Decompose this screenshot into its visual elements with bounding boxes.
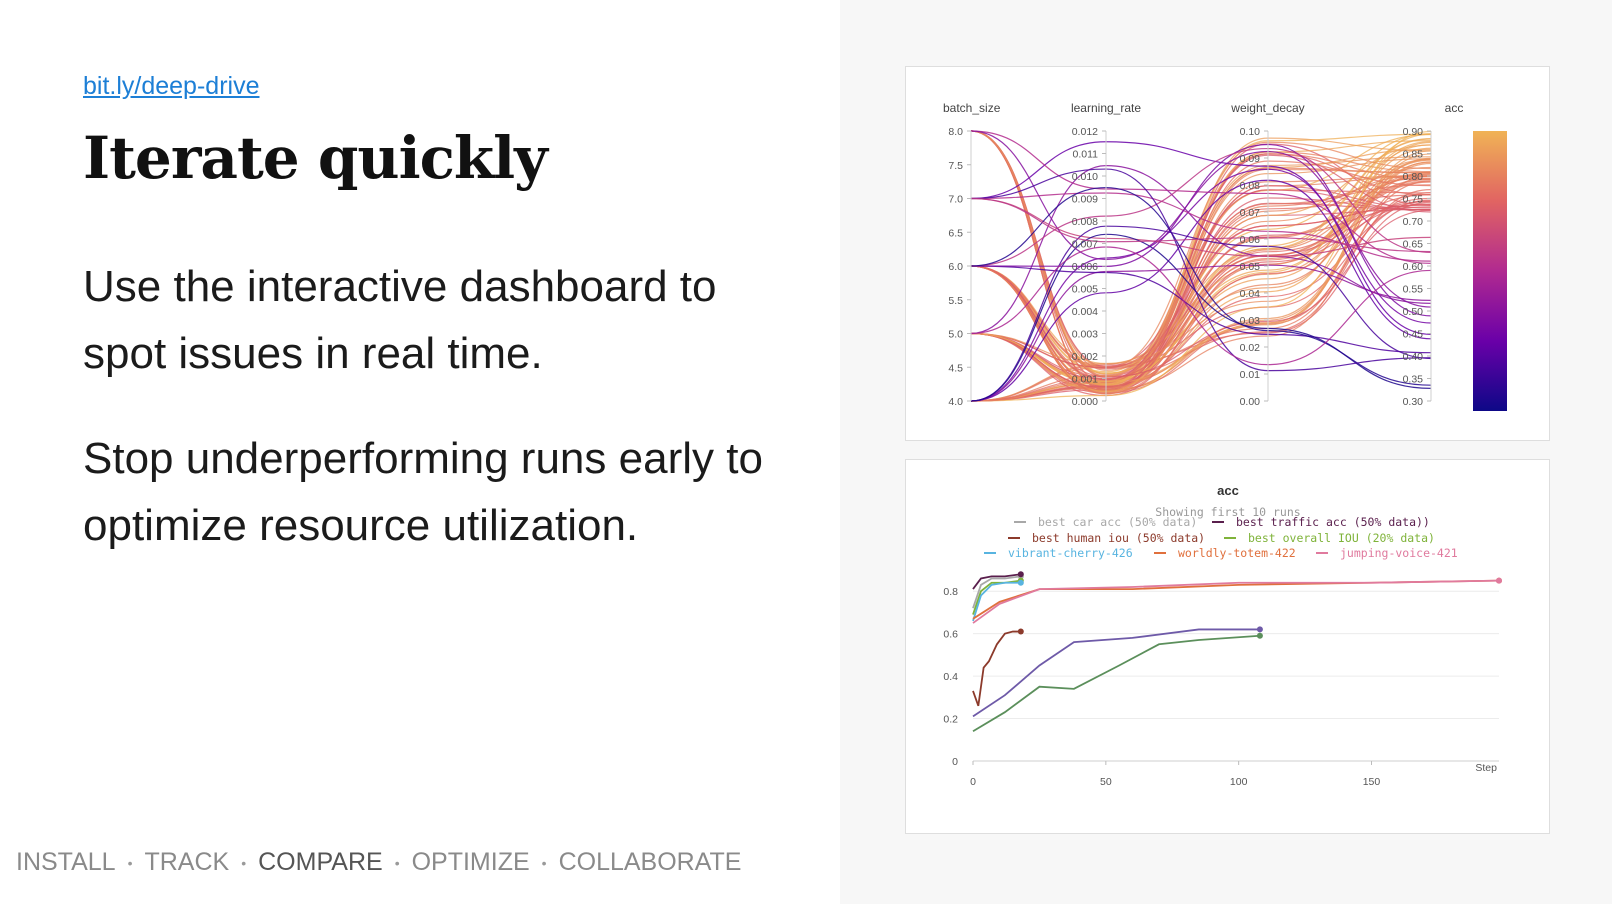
pc-tick-label: 0.005 bbox=[1072, 284, 1098, 296]
pc-tick-label: 0.07 bbox=[1240, 207, 1261, 219]
legend-label[interactable]: best overall IOU (20% data) bbox=[1248, 531, 1435, 545]
pc-tick-label: 0.011 bbox=[1073, 149, 1099, 161]
pc-tick-label: 0.10 bbox=[1240, 126, 1261, 138]
pc-tick-label: 0.004 bbox=[1072, 306, 1098, 318]
acc-line-panel: acc Showing first 10 runs best car acc (… bbox=[905, 459, 1550, 834]
pc-tick-label: 5.0 bbox=[948, 329, 963, 341]
pc-tick-label: 0.002 bbox=[1072, 351, 1098, 363]
x-tick-label: 50 bbox=[1100, 776, 1112, 788]
legend-label[interactable]: best traffic acc (50% data)) bbox=[1236, 515, 1430, 529]
chart-title: acc bbox=[1217, 483, 1239, 498]
pc-tick-label: 0.08 bbox=[1240, 180, 1261, 192]
legend-label[interactable]: best car acc (50% data) bbox=[1038, 515, 1197, 529]
pc-tick-label: 0.00 bbox=[1240, 396, 1261, 408]
pc-tick-label: 0.60 bbox=[1403, 261, 1424, 273]
pc-axis-title: batch_size bbox=[943, 101, 1001, 115]
slide-left: bit.ly/deep-drive Iterate quickly Use th… bbox=[0, 0, 840, 904]
nav-optimize[interactable]: OPTIMIZE bbox=[412, 848, 530, 877]
acc-colorbar bbox=[1473, 131, 1507, 411]
acc-line-chart[interactable]: acc Showing first 10 runs best car acc (… bbox=[906, 460, 1549, 833]
pc-tick-label: 0.010 bbox=[1072, 171, 1098, 183]
pc-tick-label: 0.90 bbox=[1403, 126, 1424, 138]
pc-tick-label: 0.70 bbox=[1403, 216, 1424, 228]
pc-tick-label: 0.35 bbox=[1403, 374, 1424, 386]
nav-separator: • bbox=[241, 854, 247, 871]
nav-compare[interactable]: COMPARE bbox=[252, 848, 393, 885]
series-end-point bbox=[1496, 577, 1502, 584]
series-line[interactable] bbox=[972, 634, 1260, 733]
series-line[interactable] bbox=[972, 579, 1500, 624]
pc-tick-label: 0.80 bbox=[1403, 171, 1424, 183]
series-line[interactable] bbox=[972, 630, 1021, 707]
pc-tick-label: 0.85 bbox=[1403, 149, 1424, 161]
pc-tick-label: 0.003 bbox=[1072, 329, 1098, 341]
pc-tick-label: 0.55 bbox=[1403, 284, 1424, 296]
pc-tick-label: 0.03 bbox=[1240, 315, 1261, 327]
legend-label[interactable]: jumping-voice-421 bbox=[1340, 546, 1458, 560]
deep-drive-link[interactable]: bit.ly/deep-drive bbox=[83, 72, 259, 101]
pc-tick-label: 0.000 bbox=[1072, 396, 1098, 408]
nav-collaborate[interactable]: COLLABORATE bbox=[559, 848, 742, 877]
pc-tick-label: 0.009 bbox=[1072, 194, 1098, 206]
series-end-point bbox=[1017, 628, 1024, 635]
pc-tick-label: 0.30 bbox=[1403, 396, 1424, 408]
legend-label[interactable]: vibrant-cherry-426 bbox=[1008, 546, 1133, 560]
paragraph-stop-runs: Stop underperforming runs early to optim… bbox=[83, 434, 763, 550]
pc-tick-label: 0.65 bbox=[1403, 239, 1424, 251]
pc-tick-label: 7.5 bbox=[948, 160, 963, 172]
paragraph-dashboard: Use the interactive dashboard to spot is… bbox=[83, 262, 717, 378]
pc-tick-label: 0.001 bbox=[1072, 374, 1098, 386]
legend-label[interactable]: best human iou (50% data) bbox=[1032, 531, 1205, 545]
nav-track[interactable]: TRACK bbox=[144, 848, 229, 877]
pc-tick-label: 0.02 bbox=[1240, 342, 1261, 354]
x-axis-label: Step bbox=[1475, 762, 1497, 774]
series-line[interactable] bbox=[972, 579, 1500, 620]
pc-tick-label: 6.0 bbox=[948, 261, 963, 273]
y-tick-label: 0.8 bbox=[943, 586, 958, 598]
pc-tick-label: 0.007 bbox=[1072, 239, 1098, 251]
pc-tick-label: 0.50 bbox=[1403, 306, 1424, 318]
pc-tick-label: 8.0 bbox=[948, 126, 963, 138]
section-nav: INSTALL • TRACK • COMPARE • OPTIMIZE • C… bbox=[16, 848, 742, 885]
series-end-point bbox=[1256, 626, 1263, 633]
pc-tick-label: 0.40 bbox=[1403, 351, 1424, 363]
parallel-coordinates-panel: batch_size 8.0 7.5 7.0 6.5 6.0 5.5 5.0 4.5 4.0 lea… bbox=[905, 66, 1550, 441]
pc-tick-label: 0.75 bbox=[1403, 194, 1424, 206]
slide-title: Iterate quickly bbox=[83, 124, 548, 192]
legend-label[interactable]: worldly-totem-422 bbox=[1178, 546, 1296, 560]
series-end-point bbox=[1256, 632, 1263, 639]
y-tick-label: 0.6 bbox=[943, 629, 958, 641]
pc-tick-label: 0.01 bbox=[1240, 369, 1261, 381]
y-tick-label: 0 bbox=[952, 756, 958, 768]
pc-tick-label: 0.09 bbox=[1240, 153, 1261, 165]
nav-separator: • bbox=[541, 854, 547, 871]
pc-tick-label: 0.006 bbox=[1072, 261, 1098, 273]
pc-tick-label: 4.5 bbox=[948, 362, 963, 374]
x-tick-label: 150 bbox=[1363, 776, 1381, 788]
pc-tick-label: 0.04 bbox=[1240, 288, 1261, 300]
nav-separator: • bbox=[394, 854, 400, 871]
pc-tick-label: 0.008 bbox=[1072, 216, 1098, 228]
pc-tick-label: 6.5 bbox=[948, 227, 963, 239]
pc-tick-label: 0.06 bbox=[1240, 234, 1261, 246]
pc-tick-label: 0.45 bbox=[1403, 329, 1424, 341]
pc-axis-title: acc bbox=[1445, 101, 1464, 115]
x-tick-label: 0 bbox=[970, 776, 976, 788]
y-tick-label: 0.4 bbox=[943, 671, 958, 683]
parallel-coordinates-chart[interactable]: batch_size 8.0 7.5 7.0 6.5 6.0 5.5 5.0 4.5 4.0 lea… bbox=[906, 67, 1549, 440]
pc-tick-label: 7.0 bbox=[948, 194, 963, 206]
nav-separator: • bbox=[127, 854, 133, 871]
pc-tick-label: 5.5 bbox=[948, 295, 963, 307]
pc-tick-label: 0.012 bbox=[1072, 126, 1098, 138]
y-tick-label: 0.2 bbox=[943, 714, 958, 726]
series-end-point bbox=[1017, 579, 1024, 586]
pc-tick-label: 4.0 bbox=[948, 396, 963, 408]
pc-axis-title: weight_decay bbox=[1230, 101, 1304, 115]
pc-tick-label: 0.05 bbox=[1240, 261, 1261, 273]
series-end-point bbox=[1017, 571, 1024, 578]
nav-install[interactable]: INSTALL bbox=[16, 848, 116, 877]
x-tick-label: 100 bbox=[1230, 776, 1248, 788]
pc-axis-title: learning_rate bbox=[1071, 101, 1141, 115]
